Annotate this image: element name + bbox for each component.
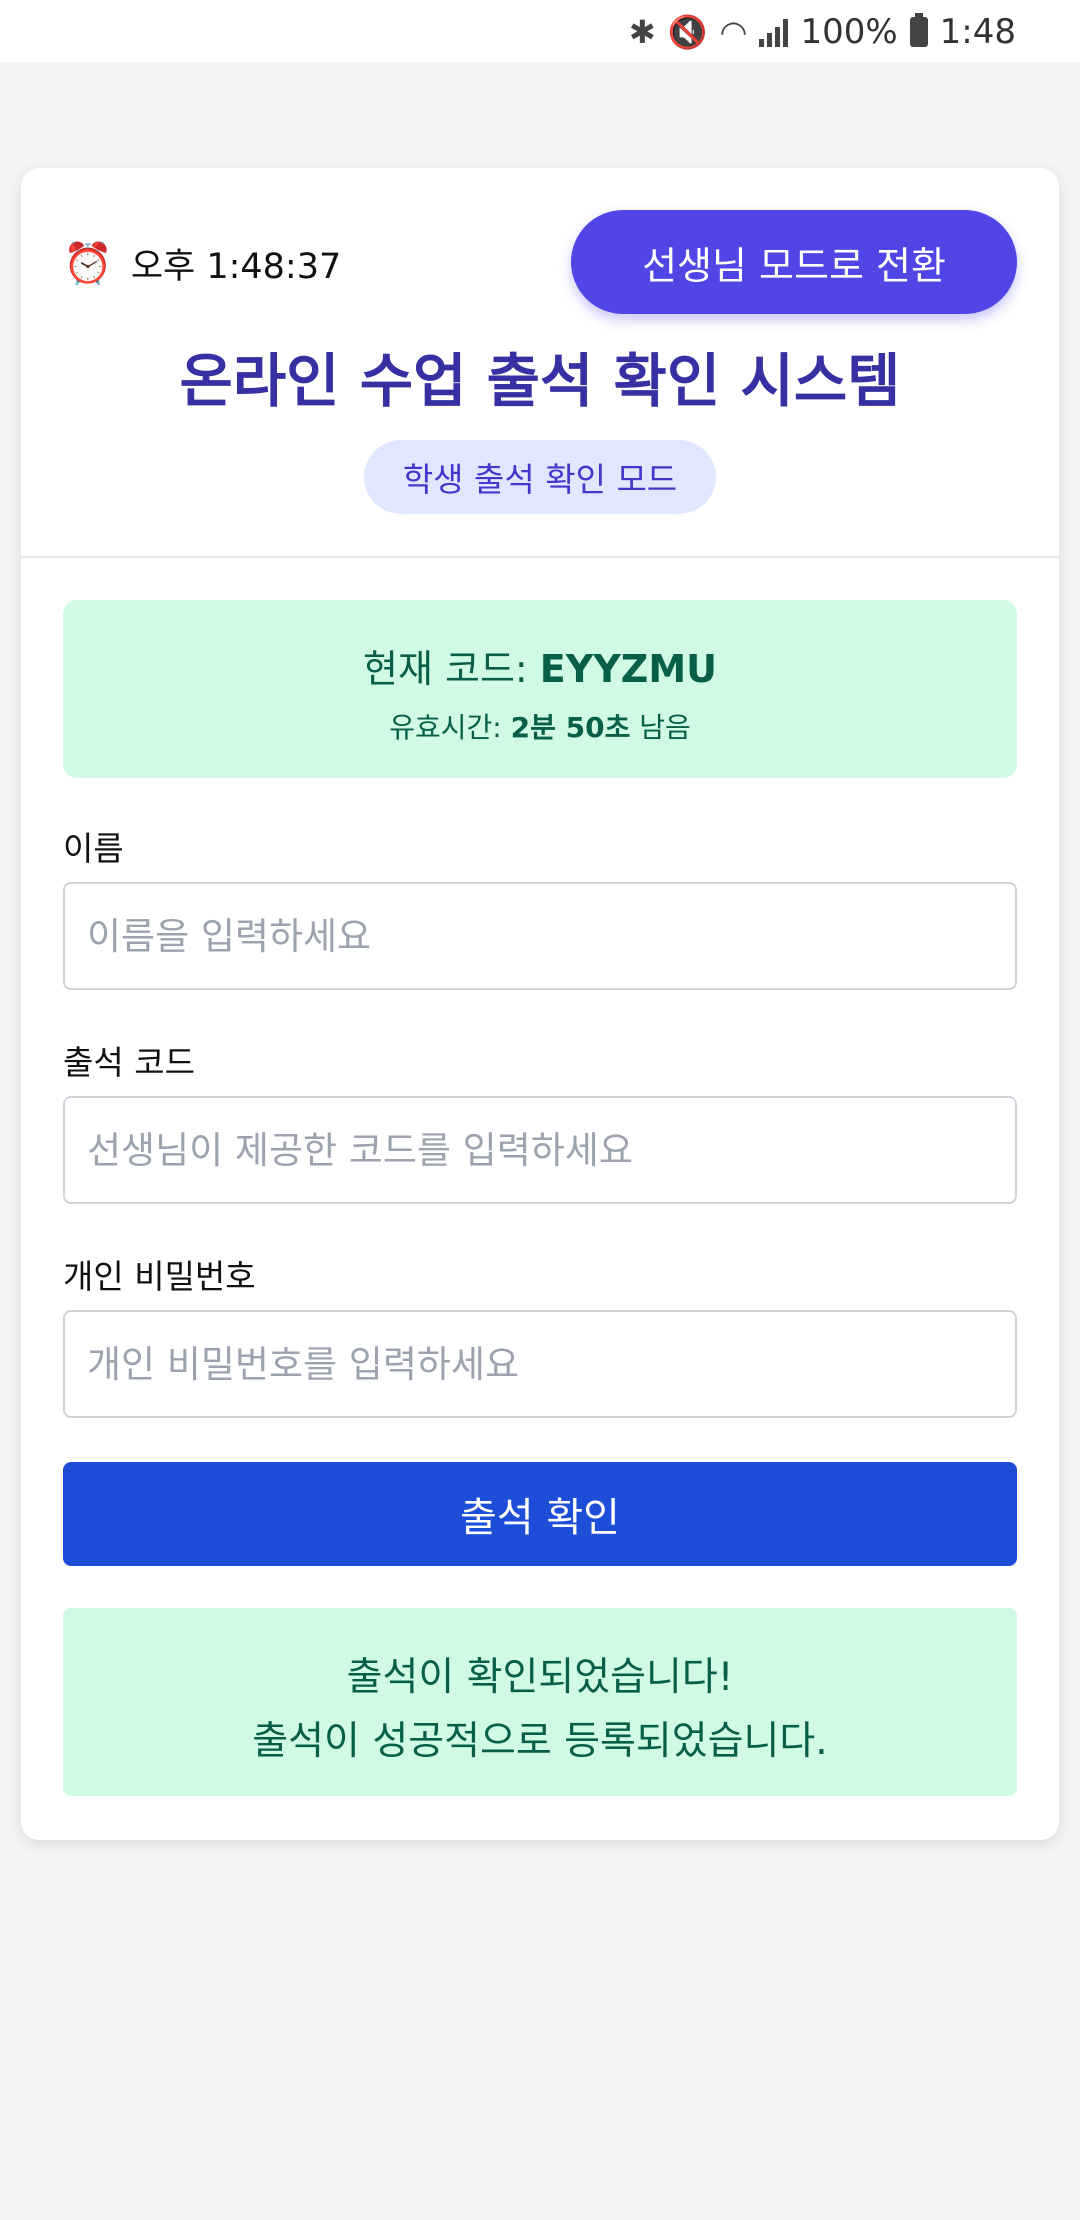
- current-code-line: 현재 코드: EYYZMU: [63, 638, 1017, 693]
- validity-line: 유효시간: 2분 50초 남음: [63, 706, 1017, 746]
- name-label: 이름: [63, 829, 124, 868]
- bluetooth-icon: ✱: [628, 13, 656, 51]
- validity-value: 2분 50초: [510, 711, 631, 744]
- current-code-box: 현재 코드: EYYZMU 유효시간: 2분 50초 남음: [63, 600, 1017, 778]
- password-label: 개인 비밀번호: [63, 1257, 256, 1296]
- validity-suffix: 남음: [630, 711, 691, 744]
- battery-percent: 100%: [800, 12, 898, 52]
- wifi-icon: ◠: [719, 13, 748, 51]
- result-line-1: 출석이 확인되었습니다!: [346, 1655, 734, 1700]
- current-code-value: EYYZMU: [539, 647, 718, 691]
- password-input[interactable]: [63, 1310, 1017, 1418]
- battery-icon: [909, 13, 928, 47]
- mute-icon: 🔇: [667, 13, 708, 51]
- status-icons: ✱ 🔇 ◠ 100% 1:48: [629, 8, 1016, 56]
- card-header: ⏰ 오후 1:48:37 선생님 모드로 전환 온라인 수업 출석 확인 시스템…: [21, 168, 1059, 558]
- attendance-card: ⏰ 오후 1:48:37 선생님 모드로 전환 온라인 수업 출석 확인 시스템…: [21, 168, 1059, 1840]
- signal-icon: [759, 17, 789, 47]
- page-title: 온라인 수업 출석 확인 시스템: [179, 347, 901, 415]
- result-message: 출석이 확인되었습니다! 출석이 성공적으로 등록되었습니다.: [63, 1608, 1017, 1796]
- result-line-2: 출석이 성공적으로 등록되었습니다.: [252, 1719, 828, 1764]
- status-bar: ✱ 🔇 ◠ 100% 1:48: [0, 0, 1080, 62]
- check-attendance-button[interactable]: 출석 확인: [63, 1462, 1017, 1566]
- teacher-mode-button[interactable]: 선생님 모드로 전환: [571, 210, 1017, 314]
- clock: ⏰ 오후 1:48:37: [63, 238, 341, 289]
- current-code-label: 현재 코드:: [362, 647, 540, 691]
- validity-label: 유효시간:: [389, 711, 511, 744]
- name-input[interactable]: [63, 882, 1017, 990]
- attendance-code-input[interactable]: [63, 1096, 1017, 1204]
- clock-time: 오후 1:48:37: [130, 247, 342, 287]
- alarm-clock-icon: ⏰: [63, 241, 113, 287]
- status-time: 1:48: [939, 12, 1016, 52]
- mode-badge: 학생 출석 확인 모드: [364, 440, 716, 514]
- attendance-code-label: 출석 코드: [63, 1043, 195, 1082]
